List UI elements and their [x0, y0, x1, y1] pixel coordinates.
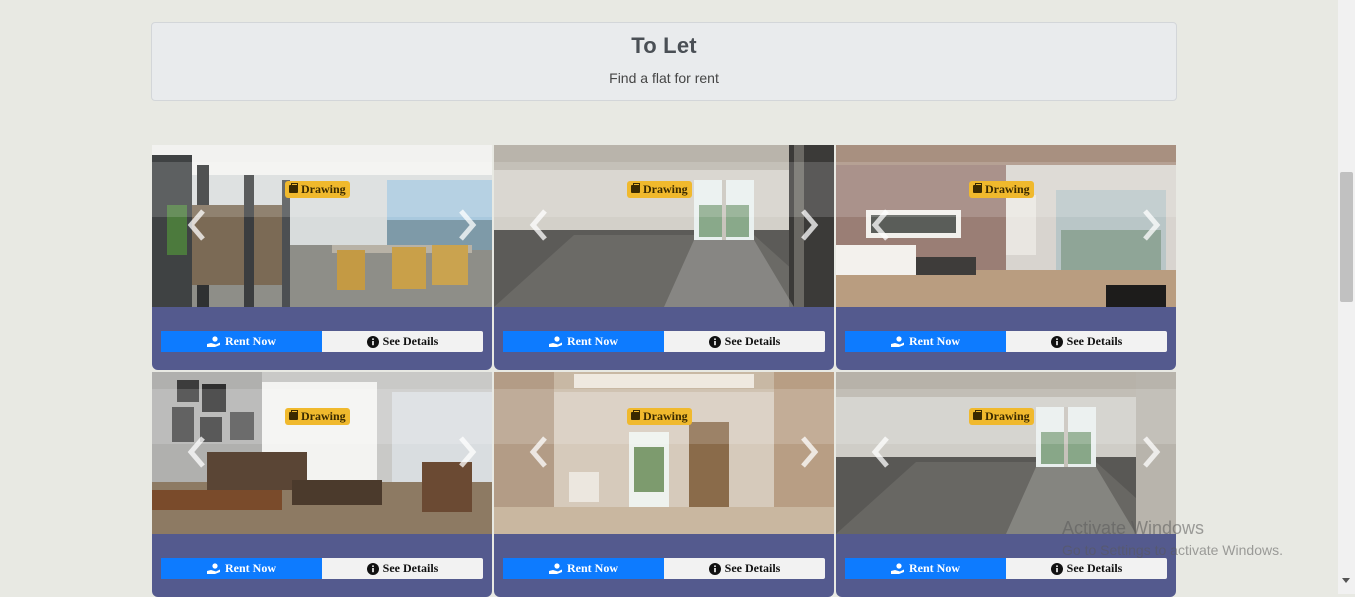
briefcase-icon	[289, 410, 298, 420]
chevron-left-icon	[871, 436, 889, 468]
hand-holding-icon	[549, 562, 562, 574]
briefcase-icon	[289, 183, 298, 193]
chevron-right-icon	[1143, 436, 1161, 468]
listing-photo: Drawing	[152, 145, 492, 307]
carousel-next-button[interactable]	[794, 207, 824, 243]
chevron-left-icon	[871, 209, 889, 241]
listing-card: Drawing Rent Now See Details	[152, 145, 492, 370]
listing-card: Drawing Rent Now See Details	[494, 145, 834, 370]
chevron-left-icon	[529, 436, 547, 468]
chevron-left-icon	[187, 209, 205, 241]
drawing-badge: Drawing	[285, 181, 350, 198]
info-circle-icon	[708, 562, 721, 575]
listing-photo: Drawing	[836, 145, 1176, 307]
carousel-next-button[interactable]	[1136, 207, 1166, 243]
page-title: To Let	[631, 33, 697, 58]
see-details-button[interactable]: See Details	[322, 331, 483, 352]
carousel-next-button[interactable]	[1136, 434, 1166, 470]
info-circle-icon	[366, 562, 379, 575]
scrollbar-thumb[interactable]	[1340, 172, 1353, 302]
briefcase-icon	[973, 410, 982, 420]
see-details-button[interactable]: See Details	[1006, 558, 1167, 579]
info-circle-icon	[1050, 335, 1063, 348]
see-details-button[interactable]: See Details	[322, 558, 483, 579]
carousel-prev-button[interactable]	[524, 207, 554, 243]
see-details-button[interactable]: See Details	[664, 558, 825, 579]
listing-photo: Drawing	[836, 372, 1176, 534]
rent-now-button[interactable]: Rent Now	[845, 558, 1006, 579]
rent-now-button[interactable]: Rent Now	[161, 558, 322, 579]
hand-holding-icon	[207, 562, 220, 574]
carousel-prev-button[interactable]	[524, 434, 554, 470]
hand-holding-icon	[891, 335, 904, 347]
drawing-badge: Drawing	[627, 181, 692, 198]
scroll-down-arrow-icon[interactable]	[1342, 578, 1350, 583]
see-details-button[interactable]: See Details	[664, 331, 825, 352]
chevron-right-icon	[1143, 209, 1161, 241]
listing-card: Drawing Rent Now See Details	[836, 372, 1176, 597]
hand-holding-icon	[549, 335, 562, 347]
info-circle-icon	[366, 335, 379, 348]
see-details-button[interactable]: See Details	[1006, 331, 1167, 352]
info-circle-icon	[708, 335, 721, 348]
carousel-prev-button[interactable]	[182, 207, 212, 243]
drawing-badge: Drawing	[285, 408, 350, 425]
listing-card: Drawing Rent Now See Details	[152, 372, 492, 597]
chevron-right-icon	[459, 436, 477, 468]
carousel-next-button[interactable]	[794, 434, 824, 470]
page-header: To Let Find a flat for rent	[151, 22, 1177, 101]
listing-card: Drawing Rent Now See Details	[836, 145, 1176, 370]
activate-windows-watermark: Activate Windows	[1062, 518, 1205, 538]
hand-holding-icon	[207, 335, 220, 347]
listing-card: Drawing Rent Now See Details	[494, 372, 834, 597]
rent-now-button[interactable]: Rent Now	[503, 558, 664, 579]
chevron-left-icon	[529, 209, 547, 241]
carousel-next-button[interactable]	[452, 207, 482, 243]
carousel-prev-button[interactable]	[182, 434, 212, 470]
drawing-badge: Drawing	[969, 181, 1034, 198]
carousel-next-button[interactable]	[452, 434, 482, 470]
hand-holding-icon	[891, 562, 904, 574]
rent-now-button[interactable]: Rent Now	[845, 331, 1006, 352]
carousel-prev-button[interactable]	[866, 434, 896, 470]
chevron-right-icon	[801, 436, 819, 468]
listing-photo: Drawing	[494, 145, 834, 307]
rent-now-button[interactable]: Rent Now	[161, 331, 322, 352]
rent-now-button[interactable]: Rent Now	[503, 331, 664, 352]
briefcase-icon	[631, 183, 640, 193]
drawing-badge: Drawing	[627, 408, 692, 425]
chevron-right-icon	[801, 209, 819, 241]
briefcase-icon	[973, 183, 982, 193]
page-subtitle: Find a flat for rent	[609, 70, 719, 86]
activate-windows-hint: Go to Settings to activate Windows.	[1062, 542, 1283, 558]
listing-photo: Drawing	[494, 372, 834, 534]
info-circle-icon	[1050, 562, 1063, 575]
drawing-badge: Drawing	[969, 408, 1034, 425]
listing-photo: Drawing	[152, 372, 492, 534]
chevron-left-icon	[187, 436, 205, 468]
briefcase-icon	[631, 410, 640, 420]
carousel-prev-button[interactable]	[866, 207, 896, 243]
chevron-right-icon	[459, 209, 477, 241]
